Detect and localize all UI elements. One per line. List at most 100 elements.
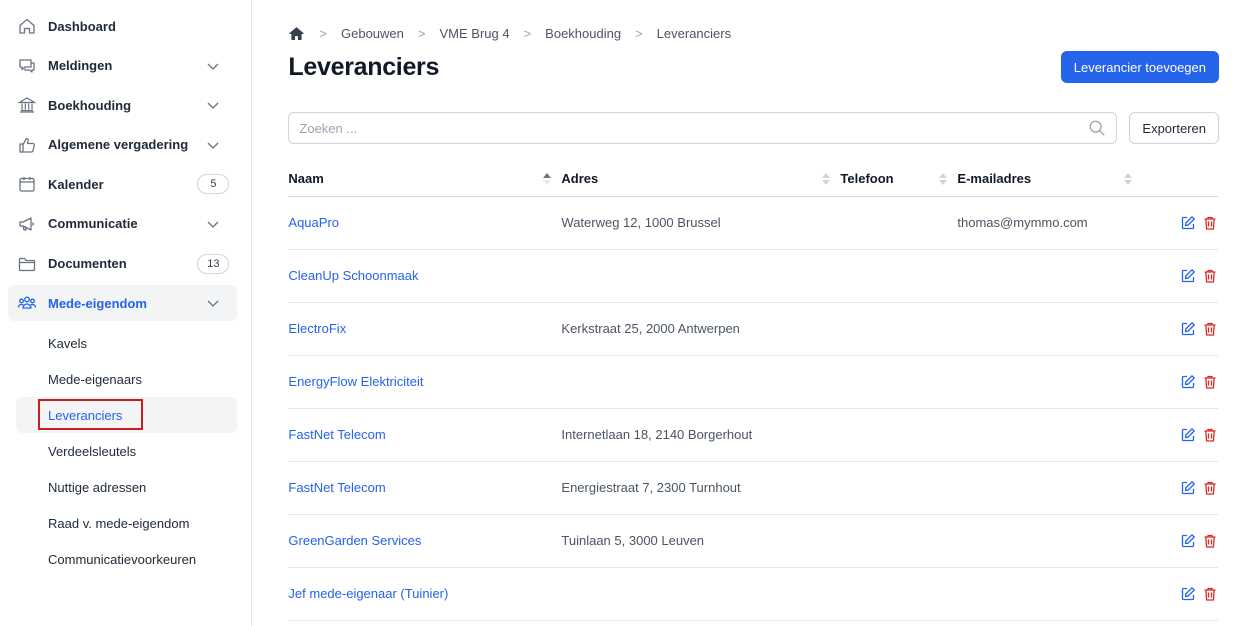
count-badge: 13 — [197, 253, 230, 274]
table-row: FastNet Telecom Internetlaan 18, 2140 Bor… — [288, 408, 1219, 462]
column-header-adres[interactable]: Adres — [561, 162, 841, 197]
sidebar-item-boekhouding[interactable]: Boekhouding — [8, 87, 237, 123]
sort-icon[interactable] — [1124, 172, 1133, 185]
folder-icon — [16, 253, 38, 275]
edit-icon[interactable] — [1180, 586, 1196, 602]
sub-item-label: Mede-eigenaars — [48, 371, 142, 387]
table-row: GreenGarden Services Tuinlaan 5, 3000 Leu… — [288, 514, 1219, 568]
column-label: Telefoon — [840, 171, 894, 187]
cell-name: CleanUp Schoonmaak — [288, 249, 562, 303]
delete-icon[interactable] — [1202, 268, 1218, 284]
supplier-link[interactable]: ElectroFix — [288, 321, 346, 336]
selection-highlight — [38, 399, 143, 431]
table-row: EnergyFlow Elektriciteit — [288, 355, 1219, 409]
supplier-link[interactable]: AquaPro — [288, 215, 339, 230]
sub-item-label: Verdeelsleutels — [48, 443, 137, 459]
edit-icon[interactable] — [1180, 480, 1196, 496]
edit-icon[interactable] — [1180, 321, 1196, 337]
page-title: Leveranciers — [288, 52, 440, 81]
supplier-link[interactable]: FastNet Telecom — [288, 427, 385, 442]
edit-icon[interactable] — [1180, 374, 1196, 390]
cell-address: Tuinlaan 5, 3000 Leuven — [561, 514, 841, 568]
supplier-link[interactable]: CleanUp Schoonmaak — [288, 268, 418, 283]
edit-icon[interactable] — [1180, 427, 1196, 443]
cell-address: Energiestraat 7, 2300 Turnhout — [561, 461, 841, 515]
sub-item-mede-eigenaars[interactable]: Mede-eigenaars — [16, 361, 237, 397]
table-row: ElectroFix Kerkstraat 25, 2000 Antwerpen — [288, 302, 1219, 356]
sub-item-kavels[interactable]: Kavels — [16, 325, 237, 361]
supplier-link[interactable]: Jef mede-eigenaar (Tuinier) — [288, 586, 448, 601]
delete-icon[interactable] — [1202, 427, 1218, 443]
sidebar-item-communicatie[interactable]: Communicatie — [8, 206, 237, 242]
sub-item-label: Communicatievoorkeuren — [48, 551, 197, 567]
cell-actions — [1142, 196, 1219, 250]
search-box — [288, 112, 1118, 144]
column-header-naam[interactable]: Naam — [288, 162, 562, 197]
sub-item-nuttige-adressen[interactable]: Nuttige adressen — [16, 469, 237, 505]
edit-icon[interactable] — [1180, 268, 1196, 284]
sidebar-item-dashboard[interactable]: Dashboard — [8, 8, 237, 44]
cell-name: ElectroFix — [288, 302, 562, 356]
main-content: > Gebouwen > VME Brug 4 > Boekhouding > … — [252, 0, 1239, 626]
cell-address: Waterweg 12, 1000 Brussel — [561, 196, 841, 250]
delete-icon[interactable] — [1202, 533, 1218, 549]
sidebar-item-label: Dashboard — [48, 18, 116, 34]
supplier-link[interactable]: GreenGarden Services — [288, 533, 421, 548]
chevron-down-icon[interactable] — [205, 97, 221, 113]
cell-address — [561, 355, 841, 409]
search-icon[interactable] — [1088, 119, 1106, 137]
sidebar-item-mede-eigendom[interactable]: Mede-eigendom — [8, 285, 238, 322]
supplier-link[interactable]: EnergyFlow Elektriciteit — [288, 374, 423, 389]
delete-icon[interactable] — [1202, 586, 1218, 602]
edit-icon[interactable] — [1180, 533, 1196, 549]
sidebar-item-label: Kalender — [48, 176, 104, 192]
delete-icon[interactable] — [1202, 215, 1218, 231]
breadcrumb-gebouwen[interactable]: Gebouwen — [341, 26, 404, 41]
cell-name: AquaPro — [288, 196, 562, 250]
sub-item-raad-v-mede-eigendom[interactable]: Raad v. mede-eigendom — [16, 505, 237, 541]
chevron-down-icon[interactable] — [205, 216, 221, 232]
cell-name: GreenGarden Services — [288, 514, 562, 568]
sidebar-item-kalender[interactable]: Kalender 5 — [8, 166, 237, 202]
sort-asc-icon[interactable] — [543, 172, 552, 185]
cell-email — [957, 514, 1143, 568]
column-header-telefoon[interactable]: Telefoon — [840, 162, 958, 197]
search-input[interactable] — [299, 120, 1089, 136]
sub-item-verdeelsleutels[interactable]: Verdeelsleutels — [16, 433, 237, 469]
sort-icon[interactable] — [939, 172, 948, 185]
breadcrumb-separator: > — [635, 25, 643, 41]
chevron-down-icon[interactable] — [205, 295, 221, 311]
breadcrumb-vme[interactable]: VME Brug 4 — [439, 26, 509, 41]
sort-icon[interactable] — [822, 172, 831, 185]
thumbs-up-icon — [16, 134, 38, 156]
cell-phone — [840, 249, 958, 303]
cell-email: thomas@mymmo.com — [957, 196, 1143, 250]
sub-nav: Kavels Mede-eigenaars Leveranciers Verdeels… — [8, 325, 238, 577]
sub-item-leveranciers[interactable]: Leveranciers — [16, 397, 238, 434]
cell-name: Jef mede-eigenaar (Tuinier) — [288, 567, 562, 621]
delete-icon[interactable] — [1202, 321, 1218, 337]
sidebar-item-algemene-vergadering[interactable]: Algemene vergadering — [8, 127, 237, 163]
delete-icon[interactable] — [1202, 374, 1218, 390]
table-header-row: Naam Adres Telefoon E-mailadres — [288, 162, 1219, 197]
cell-phone — [840, 196, 958, 250]
chevron-down-icon[interactable] — [205, 137, 221, 153]
edit-icon[interactable] — [1180, 215, 1196, 231]
sidebar-item-meldingen[interactable]: Meldingen — [8, 48, 237, 84]
supplier-link[interactable]: FastNet Telecom — [288, 480, 385, 495]
export-button[interactable]: Exporteren — [1129, 112, 1219, 144]
sub-item-communicatievoorkeuren[interactable]: Communicatievoorkeuren — [16, 541, 237, 577]
column-header-email[interactable]: E-mailadres — [957, 162, 1143, 197]
column-header-actions — [1142, 162, 1219, 197]
chevron-down-icon[interactable] — [205, 58, 221, 74]
sidebar-item-documenten[interactable]: Documenten 13 — [8, 246, 237, 282]
add-supplier-button[interactable]: Leverancier toevoegen — [1060, 51, 1219, 83]
delete-icon[interactable] — [1202, 480, 1218, 496]
sidebar-item-label: Mede-eigendom — [48, 295, 147, 311]
sidebar-item-label: Communicatie — [48, 216, 138, 232]
cell-phone — [840, 408, 958, 462]
cell-address: Internetlaan 18, 2140 Borgerhout — [561, 408, 841, 462]
column-label: E-mailadres — [957, 171, 1032, 187]
breadcrumb-boekhouding[interactable]: Boekhouding — [545, 26, 621, 41]
home-icon[interactable] — [288, 25, 305, 42]
